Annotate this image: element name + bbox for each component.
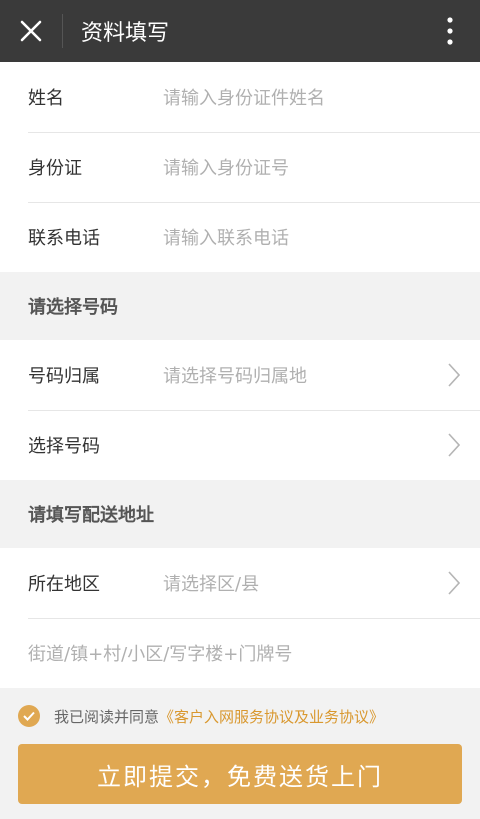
number-region-select[interactable]: 请选择号码归属地 bbox=[163, 362, 307, 388]
personal-info-group: 姓名 请输入身份证件姓名 身份证 请输入身份证号 联系电话 请输入联系电话 bbox=[0, 62, 480, 272]
id-label: 身份证 bbox=[28, 158, 82, 179]
top-bar: 资料填写 bbox=[0, 0, 480, 62]
phone-row[interactable]: 联系电话 请输入联系电话 bbox=[0, 202, 480, 272]
id-input[interactable]: 请输入身份证号 bbox=[163, 154, 289, 180]
select-number-row[interactable]: 选择号码 bbox=[0, 410, 480, 480]
chevron-right-icon bbox=[448, 571, 460, 595]
agreement-row: 我已阅读并同意 《客户入网服务协议及业务协议》 bbox=[0, 688, 480, 744]
more-menu-button[interactable] bbox=[438, 12, 462, 50]
more-vertical-icon bbox=[447, 17, 453, 45]
number-region-label: 号码归属 bbox=[28, 366, 100, 387]
address-section-header: 请填写配送地址 bbox=[0, 480, 480, 548]
street-input[interactable]: 街道/镇+村/小区/写字楼+门牌号 bbox=[28, 640, 292, 666]
close-button[interactable] bbox=[0, 0, 62, 62]
submit-button[interactable]: 立即提交，免费送货上门 bbox=[18, 744, 462, 804]
name-row[interactable]: 姓名 请输入身份证件姓名 bbox=[0, 62, 480, 132]
agree-checkbox[interactable] bbox=[18, 705, 40, 727]
number-section-header: 请选择号码 bbox=[0, 272, 480, 340]
chevron-right-icon bbox=[448, 363, 460, 387]
check-icon bbox=[23, 711, 35, 721]
agreement-link[interactable]: 《客户入网服务协议及业务协议》 bbox=[159, 706, 384, 727]
address-group: 所在地区 请选择区/县 街道/镇+村/小区/写字楼+门牌号 bbox=[0, 548, 480, 688]
name-label: 姓名 bbox=[28, 88, 64, 109]
id-row[interactable]: 身份证 请输入身份证号 bbox=[0, 132, 480, 202]
phone-label: 联系电话 bbox=[28, 228, 100, 249]
area-label: 所在地区 bbox=[28, 574, 100, 595]
street-row[interactable]: 街道/镇+村/小区/写字楼+门牌号 bbox=[0, 618, 480, 688]
area-row[interactable]: 所在地区 请选择区/县 bbox=[0, 548, 480, 618]
top-divider bbox=[62, 14, 63, 48]
area-select[interactable]: 请选择区/县 bbox=[163, 570, 259, 596]
number-group: 号码归属 请选择号码归属地 选择号码 bbox=[0, 340, 480, 480]
select-number-label: 选择号码 bbox=[28, 436, 100, 457]
page-title: 资料填写 bbox=[81, 21, 170, 46]
number-region-row[interactable]: 号码归属 请选择号码归属地 bbox=[0, 340, 480, 410]
agreement-text: 我已阅读并同意 bbox=[54, 707, 160, 726]
close-icon bbox=[20, 20, 42, 42]
phone-input[interactable]: 请输入联系电话 bbox=[163, 224, 289, 250]
chevron-right-icon bbox=[448, 433, 460, 457]
name-input[interactable]: 请输入身份证件姓名 bbox=[163, 84, 325, 110]
